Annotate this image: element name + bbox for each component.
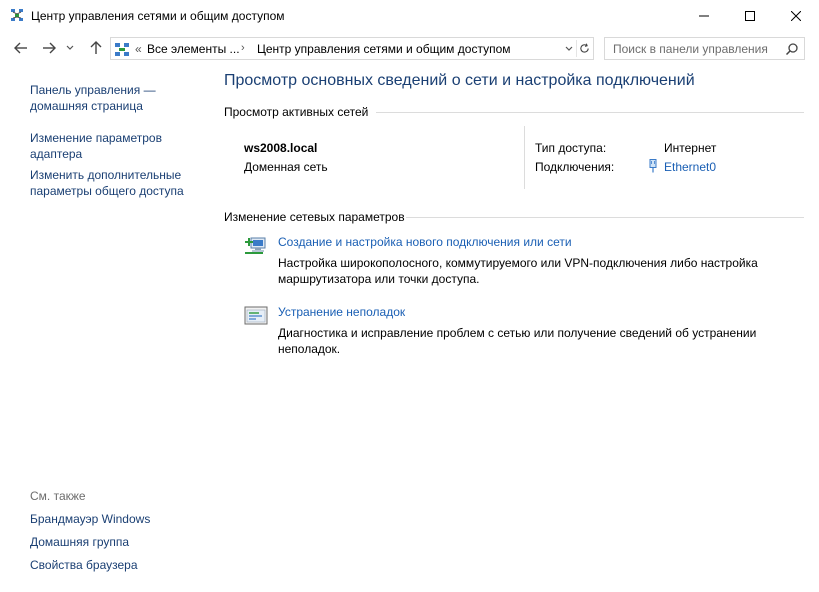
sidebar-item-firewall[interactable]: Брандмауэр Windows	[30, 511, 205, 527]
divider	[406, 217, 804, 218]
ethernet-icon	[649, 159, 657, 173]
maximize-icon	[745, 10, 755, 21]
divider	[376, 112, 804, 113]
arrow-up-icon	[90, 41, 102, 54]
minimize-button[interactable]	[681, 0, 727, 31]
search-box[interactable]: Поиск в панели управления	[604, 37, 805, 60]
recent-locations-button[interactable]	[64, 39, 76, 57]
close-icon	[791, 10, 801, 21]
create-connection-link[interactable]: Создание и настройка нового подключения …	[278, 235, 572, 249]
connection-ethernet0-link[interactable]: Ethernet0	[664, 160, 716, 174]
connections-label: Подключения:	[535, 160, 615, 174]
active-networks-heading: Просмотр активных сетей	[224, 105, 369, 119]
chevron-down-icon	[565, 46, 573, 51]
access-type-label: Тип доступа:	[535, 141, 607, 155]
breadcrumb-all-items[interactable]: Все элементы ...	[147, 42, 240, 56]
address-dropdown-button[interactable]	[563, 42, 575, 56]
refresh-button[interactable]	[576, 40, 592, 57]
sidebar-item-advanced-sharing[interactable]: Изменить дополнительные параметры общего…	[30, 167, 205, 199]
network-name: ws2008.local	[244, 141, 318, 155]
address-bar[interactable]: « Все элементы ... › Центр управления се…	[110, 37, 594, 60]
network-type: Доменная сеть	[244, 160, 328, 174]
troubleshoot-icon	[244, 306, 268, 325]
new-connection-icon	[245, 237, 266, 254]
refresh-icon	[580, 43, 589, 53]
breadcrumb-separator[interactable]: ›	[241, 42, 245, 54]
divider-spacer	[224, 125, 804, 126]
change-settings-heading: Изменение сетевых параметров	[224, 210, 405, 224]
maximize-button[interactable]	[727, 0, 773, 31]
control-panel-icon	[115, 43, 129, 56]
window-title: Центр управления сетями и общим доступом	[31, 9, 285, 23]
search-input[interactable]: Поиск в панели управления	[613, 42, 768, 56]
troubleshoot-description: Диагностика и исправление проблем с сеть…	[278, 326, 757, 356]
back-button[interactable]	[12, 39, 30, 57]
title-bar: Центр управления сетями и общим доступом	[0, 0, 819, 31]
sidebar-item-browser-properties[interactable]: Свойства браузера	[30, 557, 205, 573]
chevron-down-icon	[66, 45, 74, 50]
troubleshoot-link[interactable]: Устранение неполадок	[278, 305, 405, 319]
access-type-value: Интернет	[664, 141, 717, 155]
sidebar-item-control-panel-home[interactable]: Панель управления — домашняя страница	[30, 82, 205, 114]
network-divider	[524, 126, 525, 189]
arrow-left-icon	[14, 42, 27, 54]
close-button[interactable]	[773, 0, 819, 31]
address-overflow[interactable]: «	[135, 42, 142, 56]
network-center-icon	[11, 9, 23, 21]
up-button[interactable]	[87, 39, 105, 57]
navigation-bar: « Все элементы ... › Центр управления се…	[0, 31, 819, 67]
sidebar-item-adapter-settings[interactable]: Изменение параметров адаптера	[30, 130, 205, 162]
arrow-right-icon	[43, 42, 56, 54]
minimize-icon	[699, 15, 709, 16]
sidebar-item-homegroup[interactable]: Домашняя группа	[30, 534, 205, 550]
forward-button[interactable]	[40, 39, 58, 57]
see-also-heading: См. также	[30, 489, 86, 503]
breadcrumb-current[interactable]: Центр управления сетями и общим доступом	[257, 42, 511, 56]
page-title: Просмотр основных сведений о сети и наст…	[224, 72, 695, 89]
search-icon[interactable]	[785, 42, 799, 56]
create-connection-description: Настройка широкополосного, коммутируемог…	[278, 256, 758, 286]
sidebar: Панель управления — домашняя страница Из…	[0, 67, 210, 592]
